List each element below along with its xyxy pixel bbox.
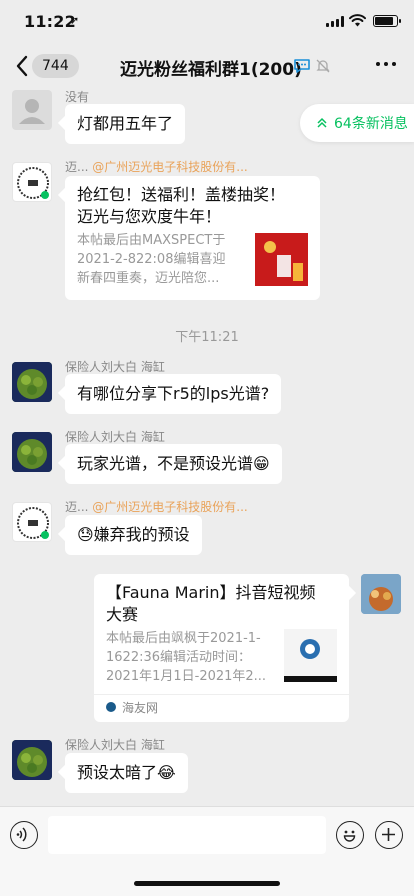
card-title-line: 【Fauna Marin】抖音短视频	[106, 583, 316, 602]
card-source: 海友网	[122, 701, 159, 715]
chat-title: 迈光粉丝福利群1(200)	[120, 60, 302, 80]
sender-org: @广州迈光电子科技股份有...	[92, 160, 248, 174]
qr-logo-avatar	[17, 507, 49, 539]
card-description: 2021-2-822:08编辑喜迎	[77, 252, 226, 267]
wifi-icon	[349, 14, 366, 27]
new-messages-button[interactable]: 64条新消息	[300, 104, 414, 142]
avatar[interactable]	[12, 740, 52, 780]
card-description: 本帖最后由MAXSPECT于	[77, 233, 226, 248]
message-bubble[interactable]: 灯都用五年了	[65, 104, 186, 144]
double-chevron-up-icon	[317, 117, 327, 128]
status-bar: 11:22 ➚	[0, 0, 414, 44]
message-list[interactable]: 没有 灯都用五年了 64条新消息 迈... @广州迈光电子科技股份有... 抢红…	[0, 88, 414, 806]
voice-input-icon[interactable]	[10, 821, 38, 849]
avatar[interactable]	[12, 362, 52, 402]
new-messages-label: 64条新消息	[334, 116, 408, 132]
sender-name: 保险人刘大白 海缸	[65, 360, 165, 374]
emoji-icon[interactable]	[336, 821, 364, 849]
home-indicator[interactable]	[134, 881, 280, 886]
message-bubble[interactable]: 玩家光谱，不是预设光谱😁	[65, 444, 282, 484]
sender-name: 迈... @广州迈光电子科技股份有...	[65, 500, 248, 514]
more-dots-icon[interactable]	[376, 62, 396, 66]
coral-avatar	[12, 740, 52, 780]
card-title-line: 迈光与您欢度牛年！	[77, 207, 222, 226]
qr-logo-avatar	[17, 167, 49, 199]
message-bubble[interactable]: 😓嫌弃我的预设	[65, 515, 202, 555]
default-avatar-icon	[19, 99, 45, 124]
back-chevron-icon[interactable]	[12, 52, 34, 80]
plus-more-icon[interactable]	[375, 821, 403, 849]
sender-name: 保险人刘大白 海缸	[65, 738, 165, 752]
avatar[interactable]	[361, 574, 401, 614]
card-thumbnail	[284, 629, 337, 682]
link-card[interactable]: 抢红包！送福利！盖楼抽奖！ 迈光与您欢度牛年！ 本帖最后由MAXSPECT于 2…	[65, 176, 320, 300]
chat-header: 744 迈光粉丝福利群1(200)	[0, 44, 414, 88]
card-title-line: 抢红包！送福利！盖楼抽奖！	[77, 185, 286, 204]
card-description: 1622:36编辑活动时间：	[106, 650, 252, 665]
cellular-signal-icon	[326, 16, 344, 27]
avatar[interactable]	[12, 502, 52, 542]
mute-bell-icon	[316, 59, 330, 73]
sender-org: @广州迈光电子科技股份有...	[92, 500, 248, 514]
avatar[interactable]	[12, 162, 52, 202]
card-description: 本帖最后由飒枫于2021-1-	[106, 631, 261, 646]
message-text-input[interactable]	[48, 816, 326, 854]
source-logo-icon	[106, 702, 116, 712]
sender-name: 保险人刘大白 海缸	[65, 430, 165, 444]
status-time: 11:22	[24, 12, 76, 31]
unread-count-badge[interactable]: 744	[32, 54, 79, 78]
sender-name: 没有	[65, 90, 90, 104]
message-bubble[interactable]: 有哪位分享下r5的lps光谱?	[65, 374, 282, 414]
avatar[interactable]	[12, 90, 52, 130]
battery-icon	[373, 15, 401, 27]
avatar[interactable]	[12, 432, 52, 472]
card-description: 新春四重奏，迈光陪您...	[77, 271, 220, 286]
message-bubble[interactable]: 预设太暗了😂	[65, 753, 188, 793]
coral-avatar	[12, 362, 52, 402]
timestamp: 下午11:21	[175, 330, 239, 345]
card-title-line: 大赛	[106, 605, 139, 624]
location-arrow-icon: ➚	[70, 14, 80, 27]
group-chat-icon	[294, 59, 310, 73]
card-thumbnail	[255, 233, 308, 286]
self-avatar	[361, 574, 401, 614]
card-description: 2021年1月1日-2021年2...	[106, 669, 267, 684]
coral-avatar	[12, 432, 52, 472]
link-card[interactable]: 【Fauna Marin】抖音短视频 大赛 本帖最后由飒枫于2021-1- 16…	[94, 574, 349, 722]
sender-name: 迈... @广州迈光电子科技股份有...	[65, 160, 248, 174]
